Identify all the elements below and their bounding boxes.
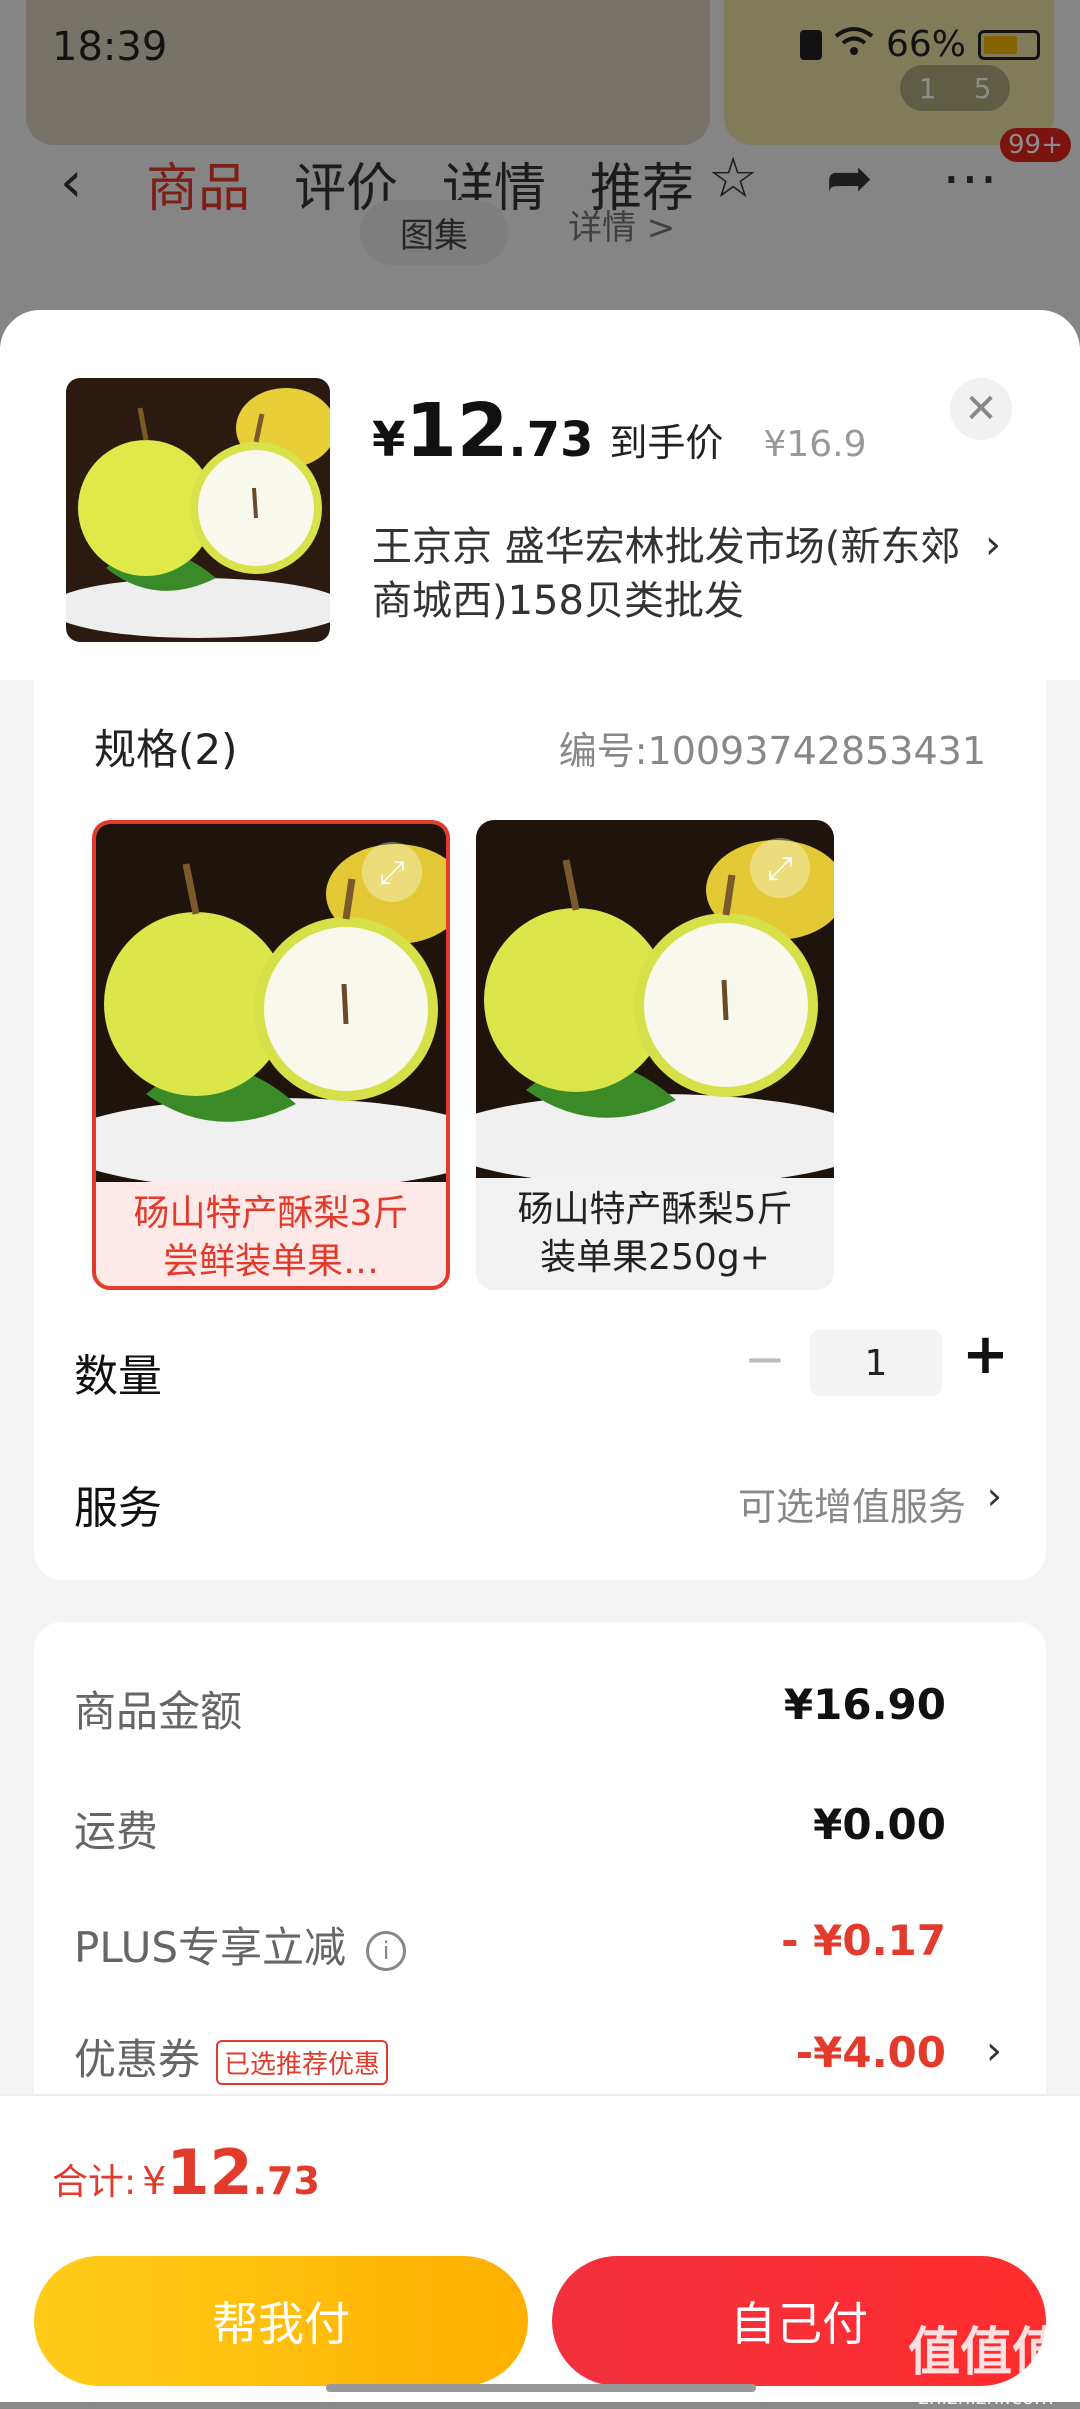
expand-icon[interactable]: ⤢ [362,842,422,902]
shipping-value: ¥0.00 [813,1800,946,1849]
variant-option-1[interactable]: ⤢ 砀山特产酥梨3斤尝鲜装单果… [92,820,450,1290]
variant-image: ⤢ [96,824,446,1182]
coupon-label: 优惠券 [74,2035,201,2084]
plus-discount-value: - ¥0.17 [781,1916,946,1965]
coupon-value: -¥4.00 [795,2028,946,2077]
plus-discount-label: PLUS专享立减 [74,1923,347,1972]
shipping-label: 运费 [74,1807,159,1856]
original-price: ¥16.9 [763,424,867,465]
total-integer: 12 [166,2136,253,2209]
spec-title: 规格(2) [94,725,238,774]
service-label: 服务 [74,1483,162,1534]
variant-image: ⤢ [476,820,834,1178]
chevron-right-icon[interactable]: › [987,1474,1002,1518]
total-price: 合计: ¥ 12 .73 [52,2136,320,2209]
goods-amount-label: 商品金额 [74,1687,243,1736]
product-thumbnail[interactable] [66,378,330,642]
spec-card: 规格(2) 编号:10093742853431 ⤢ 砀山特产酥梨3斤尝鲜装单果…… [34,680,1046,1580]
price-integer: 12 [405,388,509,474]
home-indicator[interactable] [326,2384,756,2392]
total-currency: ¥ [142,2159,167,2203]
variant-label: 砀山特产酥梨3斤尝鲜装单果… [133,1193,409,1282]
coupon-row[interactable]: 优惠券 已选推荐优惠 -¥4.00 › [74,2026,1006,2096]
product-code: 编号:10093742853431 [558,729,986,773]
quantity-label: 数量 [74,1351,162,1402]
service-value[interactable]: 可选增值服务 [738,1476,966,1531]
plus-discount-row: PLUS专享立减 i - ¥0.17 [74,1914,1006,1984]
variant-option-2[interactable]: ⤢ 砀山特产酥梨5斤装单果250g+ [476,820,834,1290]
chevron-right-icon[interactable]: › [986,2028,1002,2074]
purchase-sheet: ¥ 12 .73 到手价 ¥16.9 ✕ 王京京 盛华宏林批发市场(新东郊商城西… [0,310,1080,2400]
shipping-row: 运费 ¥0.00 [74,1798,1006,1868]
watermark-logo: 值值值 zhizhizhi.com [908,2310,1064,2409]
goods-amount-row: 商品金额 ¥16.90 [74,1678,1006,1748]
watermark-text: 值值值 [907,2323,1064,2383]
total-label: 合计: [52,2162,137,2203]
chevron-right-icon[interactable]: › [985,522,1001,568]
goods-amount-value: ¥16.90 [783,1680,946,1729]
price-currency: ¥ [372,412,406,468]
help-me-pay-button[interactable]: 帮我付 [34,2256,528,2386]
total-decimal: .73 [252,2159,320,2203]
coupon-tag: 已选推荐优惠 [216,2040,389,2085]
fee-card: 商品金额 ¥16.90 运费 ¥0.00 PLUS专享立减 i - ¥0.17 优… [34,1622,1046,2122]
quantity-decrease-button[interactable]: − [744,1330,786,1388]
sheet-header: ¥ 12 .73 到手价 ¥16.9 ✕ 王京京 盛华宏林批发市场(新东郊商城西… [0,310,1080,680]
quantity-input[interactable]: 1 [810,1330,942,1396]
info-icon[interactable]: i [366,1930,407,1971]
expand-icon[interactable]: ⤢ [750,838,810,898]
coupon-label-wrap: 优惠券 已选推荐优惠 [74,2026,389,2087]
close-icon: ✕ [964,386,998,432]
variant-label: 砀山特产酥梨5斤装单果250g+ [517,1189,793,1278]
price-decimal: .73 [508,412,594,468]
watermark-sub: zhizhizhi.com [918,2385,1054,2409]
seller-address[interactable]: 王京京 盛华宏林批发市场(新东郊商城西)158贝类批发 [372,520,972,628]
price-row: ¥ 12 .73 到手价 ¥16.9 [372,388,867,474]
quantity-increase-button[interactable]: + [962,1322,1009,1387]
plus-discount-label-wrap: PLUS专享立减 i [74,1914,407,1975]
final-price-tag: 到手价 [609,421,724,465]
close-button[interactable]: ✕ [950,378,1012,440]
